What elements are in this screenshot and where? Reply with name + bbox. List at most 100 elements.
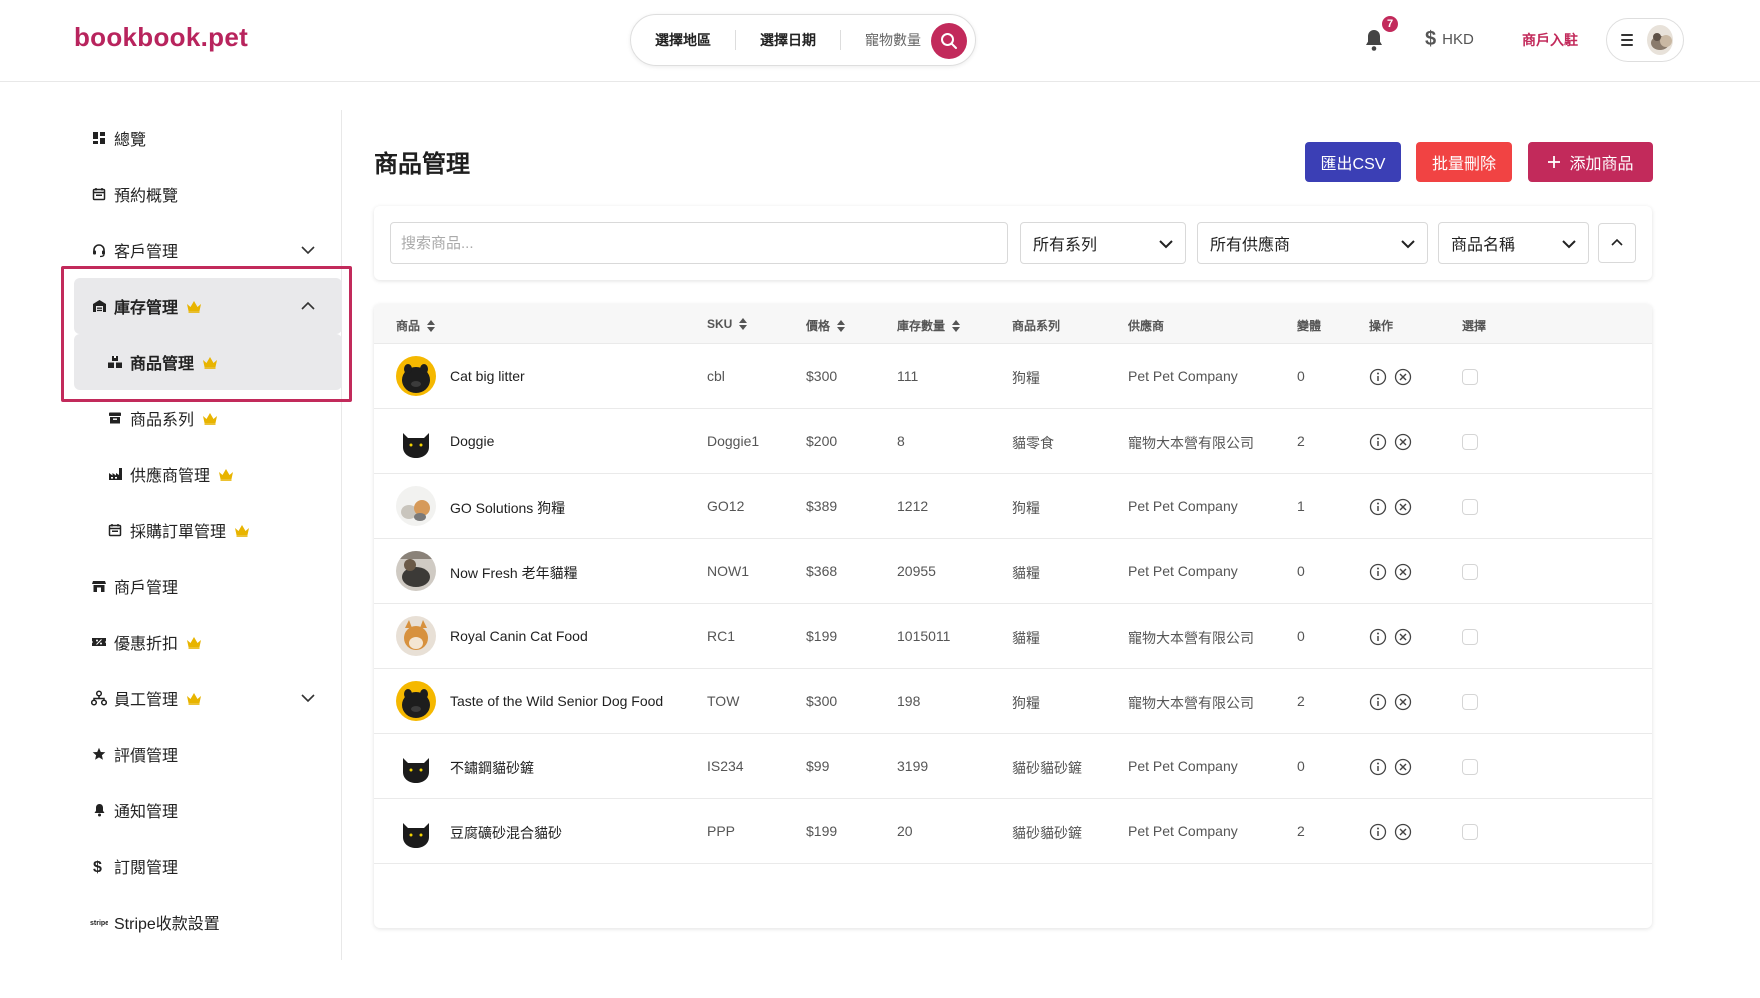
sidebar-item[interactable]: 預約概覽 xyxy=(74,166,342,222)
sidebar-item[interactable]: 員工管理 xyxy=(74,670,342,726)
dashboard-icon xyxy=(90,129,108,147)
table-row[interactable]: 豆腐礦砂混合貓砂 PPP $199 20 貓砂貓砂鏟 Pet Pet Company 2 xyxy=(374,799,1652,864)
info-icon[interactable] xyxy=(1369,433,1387,451)
sidebar-item[interactable]: 採購訂單管理 xyxy=(74,502,342,558)
info-icon[interactable] xyxy=(1369,563,1387,581)
product-variants: 2 xyxy=(1297,823,1305,839)
info-icon[interactable] xyxy=(1369,758,1387,776)
currency-selector[interactable]: $ HKD xyxy=(1425,28,1474,51)
table-row[interactable]: Doggie Doggie1 $200 8 貓零食 寵物大本營有限公司 2 xyxy=(374,409,1652,474)
sidebar-item[interactable]: 優惠折扣 xyxy=(74,614,342,670)
info-icon[interactable] xyxy=(1369,368,1387,386)
row-select-checkbox[interactable] xyxy=(1462,564,1478,580)
sort-by-select[interactable]: 商品名稱 xyxy=(1438,222,1589,264)
info-icon[interactable] xyxy=(1369,693,1387,711)
product-thumbnail xyxy=(396,551,436,591)
product-stock: 3199 xyxy=(897,758,929,774)
row-select-checkbox[interactable] xyxy=(1462,629,1478,645)
delete-circle-icon[interactable] xyxy=(1394,368,1412,386)
product-price: $199 xyxy=(806,823,838,839)
sidebar-item[interactable]: 商戶管理 xyxy=(74,558,342,614)
header-series: 商品系列 xyxy=(1012,319,1061,333)
row-select-checkbox[interactable] xyxy=(1462,499,1478,515)
info-icon[interactable] xyxy=(1369,823,1387,841)
sidebar-item[interactable]: 評價管理 xyxy=(74,726,342,782)
supplier-filter-value: 所有供應商 xyxy=(1210,237,1291,254)
series-filter-select[interactable]: 所有系列 xyxy=(1020,222,1186,264)
product-variants: 0 xyxy=(1297,563,1305,579)
logo[interactable]: bookbook.pet xyxy=(74,22,248,53)
export-csv-button[interactable]: 匯出CSV xyxy=(1305,142,1401,182)
info-icon[interactable] xyxy=(1369,498,1387,516)
row-select-checkbox[interactable] xyxy=(1462,824,1478,840)
row-select-checkbox[interactable] xyxy=(1462,759,1478,775)
product-name[interactable]: Cat big litter xyxy=(450,368,525,384)
sidebar-item[interactable]: 商品系列 xyxy=(74,390,342,446)
product-name[interactable]: 不鏽鋼貓砂鏟 xyxy=(450,758,534,778)
delete-circle-icon[interactable] xyxy=(1394,758,1412,776)
product-name[interactable]: 豆腐礦砂混合貓砂 xyxy=(450,823,562,843)
sidebar-item[interactable]: 總覽 xyxy=(74,110,342,166)
row-select-checkbox[interactable] xyxy=(1462,694,1478,710)
sidebar-item[interactable]: 商品管理 xyxy=(74,334,342,390)
delete-circle-icon[interactable] xyxy=(1394,563,1412,581)
delete-circle-icon[interactable] xyxy=(1394,628,1412,646)
product-name[interactable]: Doggie xyxy=(450,433,494,449)
table-row[interactable]: Cat big litter cbl $300 111 狗糧 Pet Pet Compan… xyxy=(374,344,1652,409)
product-name[interactable]: GO Solutions 狗糧 xyxy=(450,498,565,518)
product-price: $300 xyxy=(806,368,838,384)
delete-circle-icon[interactable] xyxy=(1394,498,1412,516)
table-row[interactable]: Taste of the Wild Senior Dog Food TOW $300… xyxy=(374,669,1652,734)
bulk-delete-button[interactable]: 批量刪除 xyxy=(1416,142,1512,182)
product-sku: cbl xyxy=(707,368,725,384)
merchant-join-link[interactable]: 商戶入駐 xyxy=(1522,30,1578,50)
star-icon xyxy=(90,745,108,763)
sidebar-item-label: Stripe收款設置 xyxy=(114,916,220,933)
region-selector[interactable]: 選擇地區 xyxy=(655,30,735,50)
table-row[interactable]: Now Fresh 老年貓糧 NOW1 $368 20955 貓糧 Pet Pet Com… xyxy=(374,539,1652,604)
product-name[interactable]: Royal Canin Cat Food xyxy=(450,628,588,644)
sidebar-item[interactable]: stripe Stripe收款設置 xyxy=(74,894,342,950)
sort-direction-button[interactable] xyxy=(1598,223,1636,263)
add-product-button[interactable]: 添加商品 xyxy=(1528,142,1653,182)
header-product[interactable]: 商品 xyxy=(396,317,436,334)
sidebar-item[interactable]: 客戶管理 xyxy=(74,222,342,278)
dollar-icon: $ xyxy=(1425,28,1437,50)
delete-circle-icon[interactable] xyxy=(1394,693,1412,711)
product-search-input[interactable] xyxy=(390,222,1008,264)
info-icon[interactable] xyxy=(1369,628,1387,646)
table-row[interactable]: Royal Canin Cat Food RC1 $199 1015011 貓糧 寵物大本… xyxy=(374,604,1652,669)
table-row[interactable]: 不鏽鋼貓砂鏟 IS234 $99 3199 貓砂貓砂鏟 Pet Pet Company 0 xyxy=(374,734,1652,799)
product-stock: 8 xyxy=(897,433,905,449)
header-sku[interactable]: SKU xyxy=(707,317,748,331)
notification-badge: 7 xyxy=(1380,14,1400,34)
supplier-filter-select[interactable]: 所有供應商 xyxy=(1197,222,1428,264)
row-select-checkbox[interactable] xyxy=(1462,369,1478,385)
product-name[interactable]: Now Fresh 老年貓糧 xyxy=(450,563,578,583)
header-price[interactable]: 價格 xyxy=(806,317,846,334)
table-row[interactable]: GO Solutions 狗糧 GO12 $389 1212 狗糧 Pet Pet Com… xyxy=(374,474,1652,539)
product-name[interactable]: Taste of the Wild Senior Dog Food xyxy=(450,693,663,709)
product-series: 貓零食 xyxy=(1012,435,1054,451)
currency-label: HKD xyxy=(1442,31,1474,48)
sort-icon xyxy=(739,318,748,330)
date-selector[interactable]: 選擇日期 xyxy=(760,30,840,50)
notification-bell-icon[interactable] xyxy=(1363,28,1385,52)
product-supplier: Pet Pet Company xyxy=(1128,368,1238,384)
header-stock[interactable]: 庫存數量 xyxy=(897,317,961,334)
chevron-down-icon xyxy=(301,694,315,703)
search-button[interactable] xyxy=(931,23,967,59)
search-bar[interactable]: 選擇地區 選擇日期 寵物數量 xyxy=(630,14,976,66)
delete-circle-icon[interactable] xyxy=(1394,823,1412,841)
table-header: 商品 SKU 價格 庫存數量 商品系列 供應商 變體 操作 選擇 xyxy=(374,304,1652,344)
product-stock: 111 xyxy=(897,368,919,384)
sidebar-item[interactable]: 供應商管理 xyxy=(74,446,342,502)
product-sku: TOW xyxy=(707,693,740,709)
sidebar-item[interactable]: 通知管理 xyxy=(74,782,342,838)
delete-circle-icon[interactable] xyxy=(1394,433,1412,451)
premium-crown-icon xyxy=(187,636,202,649)
user-menu-button[interactable] xyxy=(1606,18,1684,62)
row-select-checkbox[interactable] xyxy=(1462,434,1478,450)
sidebar-item[interactable]: $ 訂閱管理 xyxy=(74,838,342,894)
sidebar-item[interactable]: 庫存管理 xyxy=(74,278,342,334)
